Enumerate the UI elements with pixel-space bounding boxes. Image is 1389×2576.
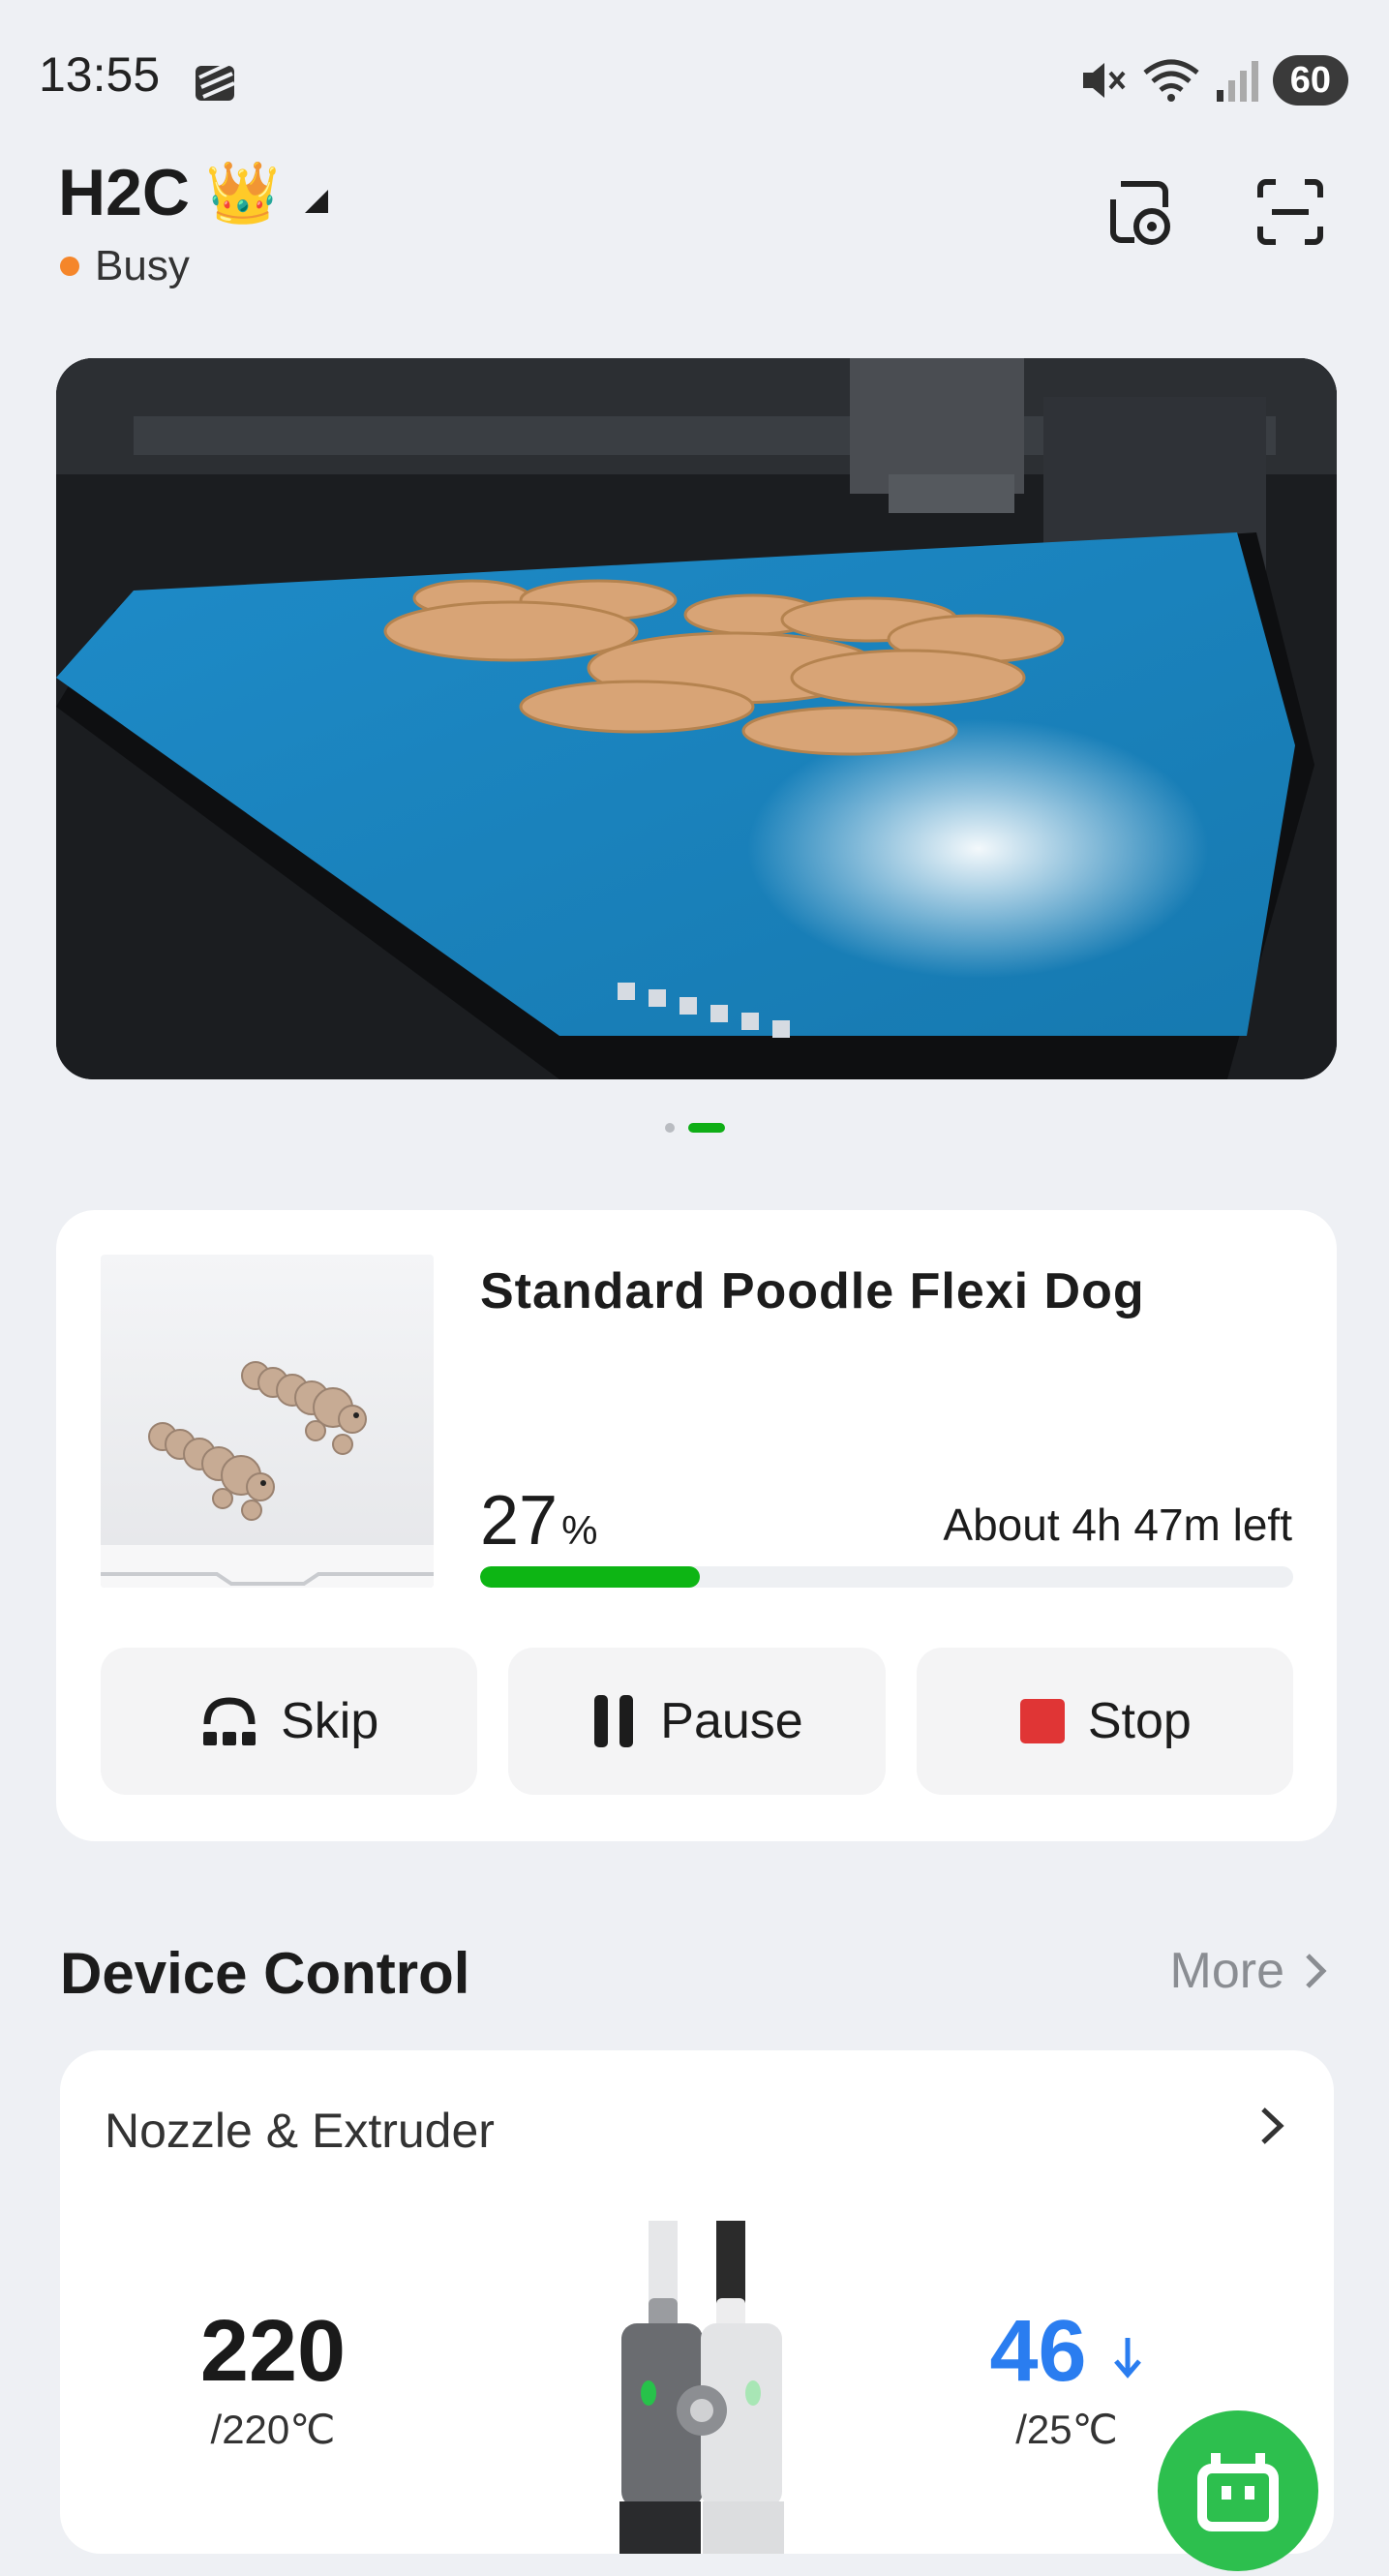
device-selector[interactable]: H2C 👑 — [58, 155, 329, 230]
pause-icon — [594, 1695, 634, 1747]
robot-icon — [1197, 2453, 1279, 2531]
nozzle-extruder-title: Nozzle & Extruder — [105, 2104, 495, 2158]
printer-camera-image — [56, 358, 1337, 1079]
pause-button[interactable]: Pause — [508, 1648, 886, 1795]
time-remaining: About 4h 47m left — [943, 1500, 1292, 1550]
chevron-right-icon — [1261, 2107, 1284, 2144]
skip-label: Skip — [281, 1693, 379, 1749]
right-temp-value: 46 — [989, 2303, 1087, 2400]
progress-percent: 27% — [480, 1481, 597, 1561]
scan-button[interactable] — [1231, 153, 1349, 271]
job-title: Standard Poodle Flexi Dog — [480, 1263, 1145, 1319]
scan-icon — [1257, 179, 1323, 245]
progress-value: 27 — [480, 1482, 559, 1560]
stop-button[interactable]: Stop — [916, 1648, 1293, 1795]
model-thumbnail — [101, 1255, 434, 1588]
poodle-model-image — [101, 1361, 434, 1588]
status-icons: 60 — [1077, 54, 1348, 106]
pager-dot[interactable] — [665, 1123, 675, 1133]
status-bar: 13:55 60 — [0, 0, 1389, 145]
device-name: H2C — [58, 156, 191, 229]
extruder-icon — [619, 2221, 784, 2554]
status-time: 13:55 — [39, 47, 161, 102]
skip-objects-icon — [203, 1697, 257, 1745]
camera-settings-button[interactable] — [1080, 153, 1198, 271]
status-label: Busy — [95, 242, 190, 289]
chevron-right-icon — [1306, 1954, 1327, 1988]
nozzle-extruder-card[interactable]: Nozzle & Extruder 220 /220℃ 46 /25℃ — [60, 2050, 1334, 2554]
stop-label: Stop — [1087, 1693, 1192, 1749]
progress-fill — [480, 1566, 700, 1588]
job-actions: Skip Pause Stop — [101, 1648, 1293, 1795]
print-job-card: Standard Poodle Flexi Dog 27% About 4h 4… — [56, 1210, 1337, 1841]
more-label: More — [1169, 1943, 1284, 1999]
device-status: Busy — [60, 242, 190, 290]
progress-unit: % — [561, 1507, 598, 1553]
skip-button[interactable]: Skip — [101, 1648, 478, 1795]
camera-icon — [1110, 181, 1170, 245]
device-control-title: Device Control — [60, 1941, 470, 2006]
right-nozzle-temp: 46 /25℃ — [951, 2302, 1183, 2453]
wifi-icon — [1143, 59, 1199, 102]
arrow-down-icon — [1113, 2338, 1141, 2379]
left-temp-target: /220℃ — [210, 2407, 336, 2452]
progress-bar — [480, 1566, 1293, 1588]
more-link[interactable]: More — [1170, 1942, 1327, 2000]
pause-label: Pause — [660, 1693, 803, 1749]
app-notification-icon — [196, 62, 235, 101]
camera-feed[interactable] — [56, 358, 1337, 1079]
pager-dot-active[interactable] — [688, 1123, 725, 1133]
stop-icon — [1019, 1699, 1065, 1743]
status-dot — [60, 257, 79, 276]
dropdown-caret-icon — [305, 190, 329, 213]
assistant-fab[interactable] — [1158, 2410, 1318, 2571]
mute-icon — [1082, 63, 1126, 98]
signal-icon — [1216, 61, 1258, 102]
crown-icon: 👑 — [205, 159, 281, 227]
left-temp-value: 220 — [199, 2303, 347, 2400]
right-temp-row: 46 — [951, 2302, 1183, 2402]
camera-pager[interactable] — [665, 1123, 725, 1133]
battery-indicator: 60 — [1272, 55, 1348, 106]
right-temp-target: /25℃ — [1015, 2407, 1118, 2452]
left-nozzle-temp: 220 /220℃ — [166, 2302, 379, 2453]
